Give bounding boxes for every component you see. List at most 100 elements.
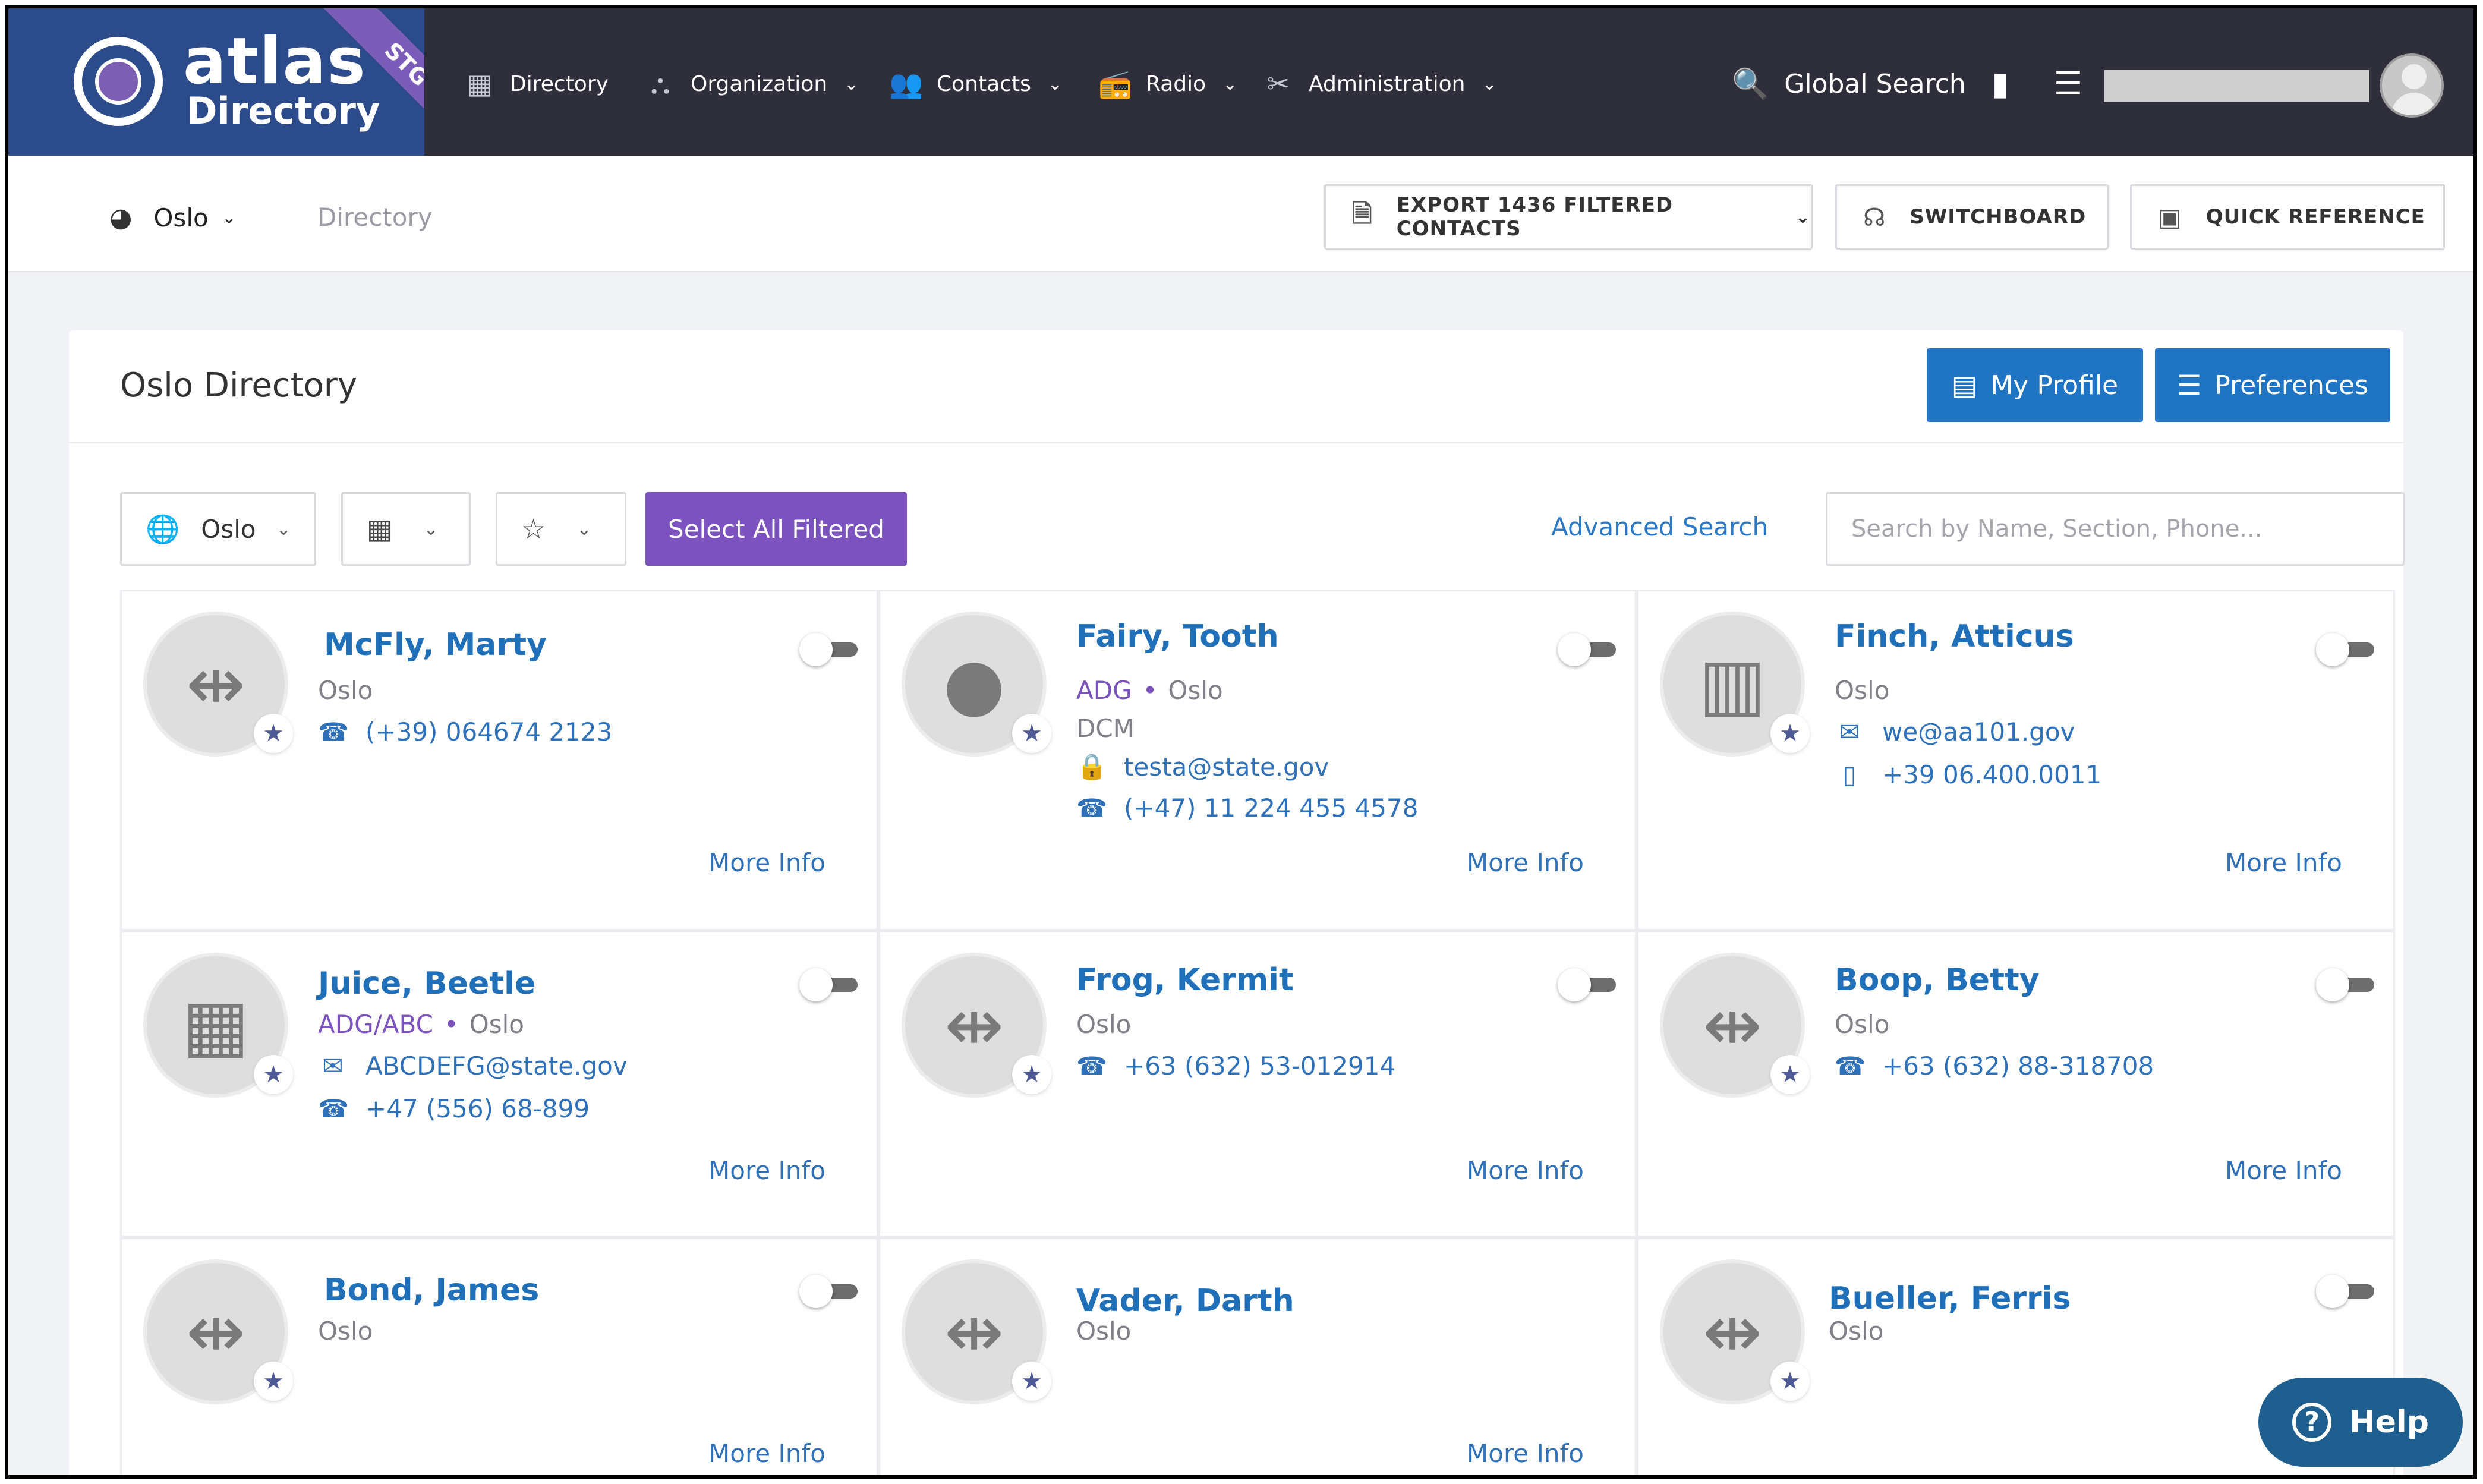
contact-phone[interactable]: ☎ +47 (556) 68-899	[318, 1094, 590, 1123]
favorite-star-icon[interactable]: ★	[254, 1055, 293, 1094]
contact-phone[interactable]: ☎ (+39) 064674 2123	[318, 717, 612, 746]
contact-email[interactable]: ✉ we@aa101.gov	[1835, 717, 2075, 746]
favorite-star-icon[interactable]: ★	[1012, 714, 1051, 753]
chevron-down-icon: ⌄	[1222, 73, 1238, 94]
more-info-link[interactable]: More Info	[2225, 1156, 2342, 1185]
contact-email-value: we@aa101.gov	[1882, 717, 2075, 746]
favorite-star-icon[interactable]: ★	[1012, 1362, 1051, 1401]
favorite-star-icon[interactable]: ★	[254, 714, 293, 753]
nav-organization[interactable]: ⛬ Organization ⌄	[641, 63, 859, 105]
favorite-star-icon[interactable]: ★	[1770, 1055, 1810, 1094]
global-search[interactable]: 🔍 Global Search	[1732, 63, 1966, 105]
org-chart-icon: ⛬	[650, 68, 670, 100]
nav-administration[interactable]: ✂ Administration ⌄	[1259, 63, 1497, 105]
contact-card: ⇹ ★ Bond, James Oslo More Info	[120, 1237, 878, 1475]
select-toggle[interactable]	[799, 633, 859, 666]
chevron-down-icon: ⌄	[844, 73, 859, 94]
export-contacts-button[interactable]: 🗎 EXPORT 1436 FILTERED CONTACTS ⌄	[1324, 184, 1813, 250]
contact-name[interactable]: Bueller, Ferris	[1829, 1281, 2071, 1316]
contact-card: ▦ ★ Juice, Beetle ADG/ABC • Oslo ✉ ABCDEFG@…	[120, 931, 878, 1237]
view-toggle-dropdown[interactable]: ▦ ⌄	[341, 492, 471, 566]
select-all-filtered-button[interactable]: Select All Filtered	[645, 492, 907, 566]
contact-email[interactable]: 🔒 testa@state.gov	[1076, 752, 1329, 782]
favorite-star-icon[interactable]: ★	[1770, 1362, 1810, 1401]
contact-org: ADG	[1076, 676, 1132, 705]
contact-card: ⇹ ★ Vader, Darth Oslo More Info	[878, 1237, 1637, 1475]
contact-name[interactable]: Bond, James	[324, 1272, 539, 1308]
help-label: Help	[2349, 1404, 2429, 1440]
contact-email[interactable]: ✉ ABCDEFG@state.gov	[318, 1051, 627, 1080]
favorite-star-icon[interactable]: ★	[254, 1362, 293, 1401]
favorite-star-icon[interactable]: ★	[1770, 714, 1810, 753]
select-toggle[interactable]	[2316, 968, 2375, 1001]
contact-location: Oslo	[1076, 1316, 1132, 1346]
contact-name[interactable]: McFly, Marty	[324, 627, 547, 663]
favorite-star-icon[interactable]: ★	[1012, 1055, 1051, 1094]
contact-phone-value: +63 (632) 88-318708	[1882, 1051, 2154, 1080]
select-toggle[interactable]	[799, 1275, 859, 1308]
chevron-down-icon: ⌄	[276, 518, 291, 540]
search-input[interactable]	[1826, 492, 2405, 566]
brand-logo[interactable]: atlas Directory STG	[8, 8, 424, 156]
contact-card: ⇹ ★ McFly, Marty Oslo ☎ (+39) 064674 2123…	[120, 590, 878, 931]
contact-name[interactable]: Juice, Beetle	[318, 966, 535, 1001]
more-info-link[interactable]: More Info	[1467, 1439, 1584, 1468]
star-outline-icon: ☆	[521, 513, 546, 545]
nav-directory[interactable]: ▦ Directory	[460, 63, 609, 105]
preferences-button[interactable]: ☰ Preferences	[2155, 348, 2390, 422]
select-toggle[interactable]	[2316, 633, 2375, 666]
my-profile-button[interactable]: ▤ My Profile	[1927, 348, 2143, 422]
chevron-down-icon: ⌄	[1047, 73, 1063, 94]
contact-name[interactable]: Finch, Atticus	[1835, 619, 2074, 654]
nav-administration-label: Administration	[1309, 71, 1466, 96]
directory-panel: Oslo Directory ▤ My Profile ☰ Preference…	[69, 330, 2405, 1475]
contact-mobile[interactable]: ▯ +39 06.400.0011	[1835, 760, 2101, 789]
more-info-link[interactable]: More Info	[2225, 848, 2342, 877]
address-book-icon: ▣	[2158, 202, 2182, 232]
mobile-phone-icon: ▯	[1842, 760, 1857, 789]
select-toggle[interactable]	[1558, 968, 1617, 1001]
hamburger-menu-icon[interactable]: ☰	[2050, 63, 2086, 105]
help-button[interactable]: ? Help	[2258, 1378, 2463, 1467]
location-filter-label: Oslo	[201, 514, 256, 544]
nav-organization-label: Organization	[691, 71, 828, 96]
divider	[69, 442, 2403, 443]
desk-phone-icon: ☎	[318, 1094, 349, 1123]
more-info-link[interactable]: More Info	[708, 848, 825, 877]
nav-radio[interactable]: 📻 Radio ⌄	[1096, 63, 1237, 105]
nav-contacts[interactable]: 👥 Contacts ⌄	[887, 63, 1063, 105]
directory-icon: ▦	[467, 68, 493, 100]
select-toggle[interactable]	[799, 968, 859, 1001]
contact-phone[interactable]: ☎ +63 (632) 53-012914	[1076, 1051, 1395, 1080]
search-icon: 🔍	[1732, 66, 1769, 101]
question-icon: ?	[2292, 1403, 2332, 1442]
more-info-link[interactable]: More Info	[1467, 1156, 1584, 1185]
location-filter-dropdown[interactable]: 🌐 Oslo ⌄	[120, 492, 316, 566]
quick-reference-button[interactable]: ▣ QUICK REFERENCE	[2130, 184, 2445, 250]
user-avatar[interactable]	[2380, 53, 2444, 118]
quick-reference-label: QUICK REFERENCE	[2205, 205, 2425, 229]
page-title: Oslo Directory	[120, 366, 357, 405]
envelope-icon: ✉	[1839, 717, 1860, 746]
switchboard-button[interactable]: ☊ SWITCHBOARD	[1835, 184, 2109, 250]
favorites-filter-dropdown[interactable]: ☆ ⌄	[496, 492, 626, 566]
breadcrumb[interactable]: Directory	[317, 197, 433, 238]
contact-phone[interactable]: ☎ (+47) 11 224 455 4578	[1076, 793, 1418, 823]
contact-name[interactable]: Vader, Darth	[1076, 1283, 1294, 1319]
contact-phone[interactable]: ☎ +63 (632) 88-318708	[1835, 1051, 2154, 1080]
more-info-link[interactable]: More Info	[708, 1439, 825, 1468]
contact-phone-value: (+47) 11 224 455 4578	[1124, 793, 1419, 823]
select-toggle[interactable]	[2316, 1275, 2375, 1308]
contact-card: ● ★ Fairy, Tooth ADG • Oslo DCM 🔒 testa@sta…	[878, 590, 1637, 931]
location-selector[interactable]: ◕ Oslo ⌄	[109, 197, 237, 238]
select-toggle[interactable]	[1558, 633, 1617, 666]
contact-name[interactable]: Boop, Betty	[1835, 962, 2040, 998]
radio-handset-icon[interactable]: ▮	[1983, 63, 2018, 105]
more-info-link[interactable]: More Info	[1467, 848, 1584, 877]
brand-sub: Directory	[187, 89, 380, 133]
contact-location: Oslo	[1829, 1316, 1884, 1346]
advanced-search-link[interactable]: Advanced Search	[1551, 512, 1768, 541]
contact-name[interactable]: Frog, Kermit	[1076, 962, 1294, 998]
more-info-link[interactable]: More Info	[708, 1156, 825, 1185]
contact-name[interactable]: Fairy, Tooth	[1076, 619, 1279, 654]
